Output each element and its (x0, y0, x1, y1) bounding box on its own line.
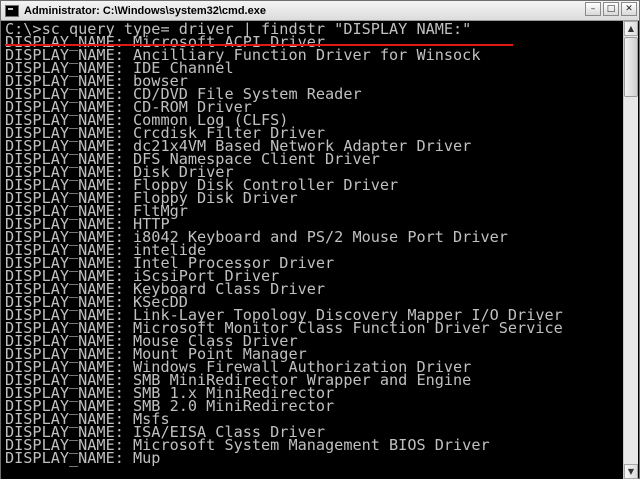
command-underline-annotation (5, 44, 513, 46)
vertical-scrollbar[interactable]: ▲ ▼ (623, 21, 638, 479)
close-button[interactable]: ✕ (621, 2, 637, 16)
output-line: DISPLAY_NAME: Mup (5, 449, 161, 467)
window-controls: – □ ✕ (585, 2, 637, 16)
scrollbar-thumb[interactable] (624, 37, 638, 97)
cmd-window: Administrator: C:\Windows\system32\cmd.e… (0, 0, 640, 479)
title-bar[interactable]: Administrator: C:\Windows\system32\cmd.e… (1, 1, 639, 21)
minimize-button[interactable]: – (585, 2, 601, 16)
console-icon (5, 4, 19, 17)
scroll-down-arrow-icon[interactable]: ▼ (624, 464, 638, 479)
scroll-up-arrow-icon[interactable]: ▲ (624, 21, 638, 36)
window-title: Administrator: C:\Windows\system32\cmd.e… (24, 4, 266, 17)
console-output[interactable]: C:\>sc query type= driver | findstr "DIS… (1, 21, 625, 479)
maximize-button[interactable]: □ (603, 2, 619, 16)
